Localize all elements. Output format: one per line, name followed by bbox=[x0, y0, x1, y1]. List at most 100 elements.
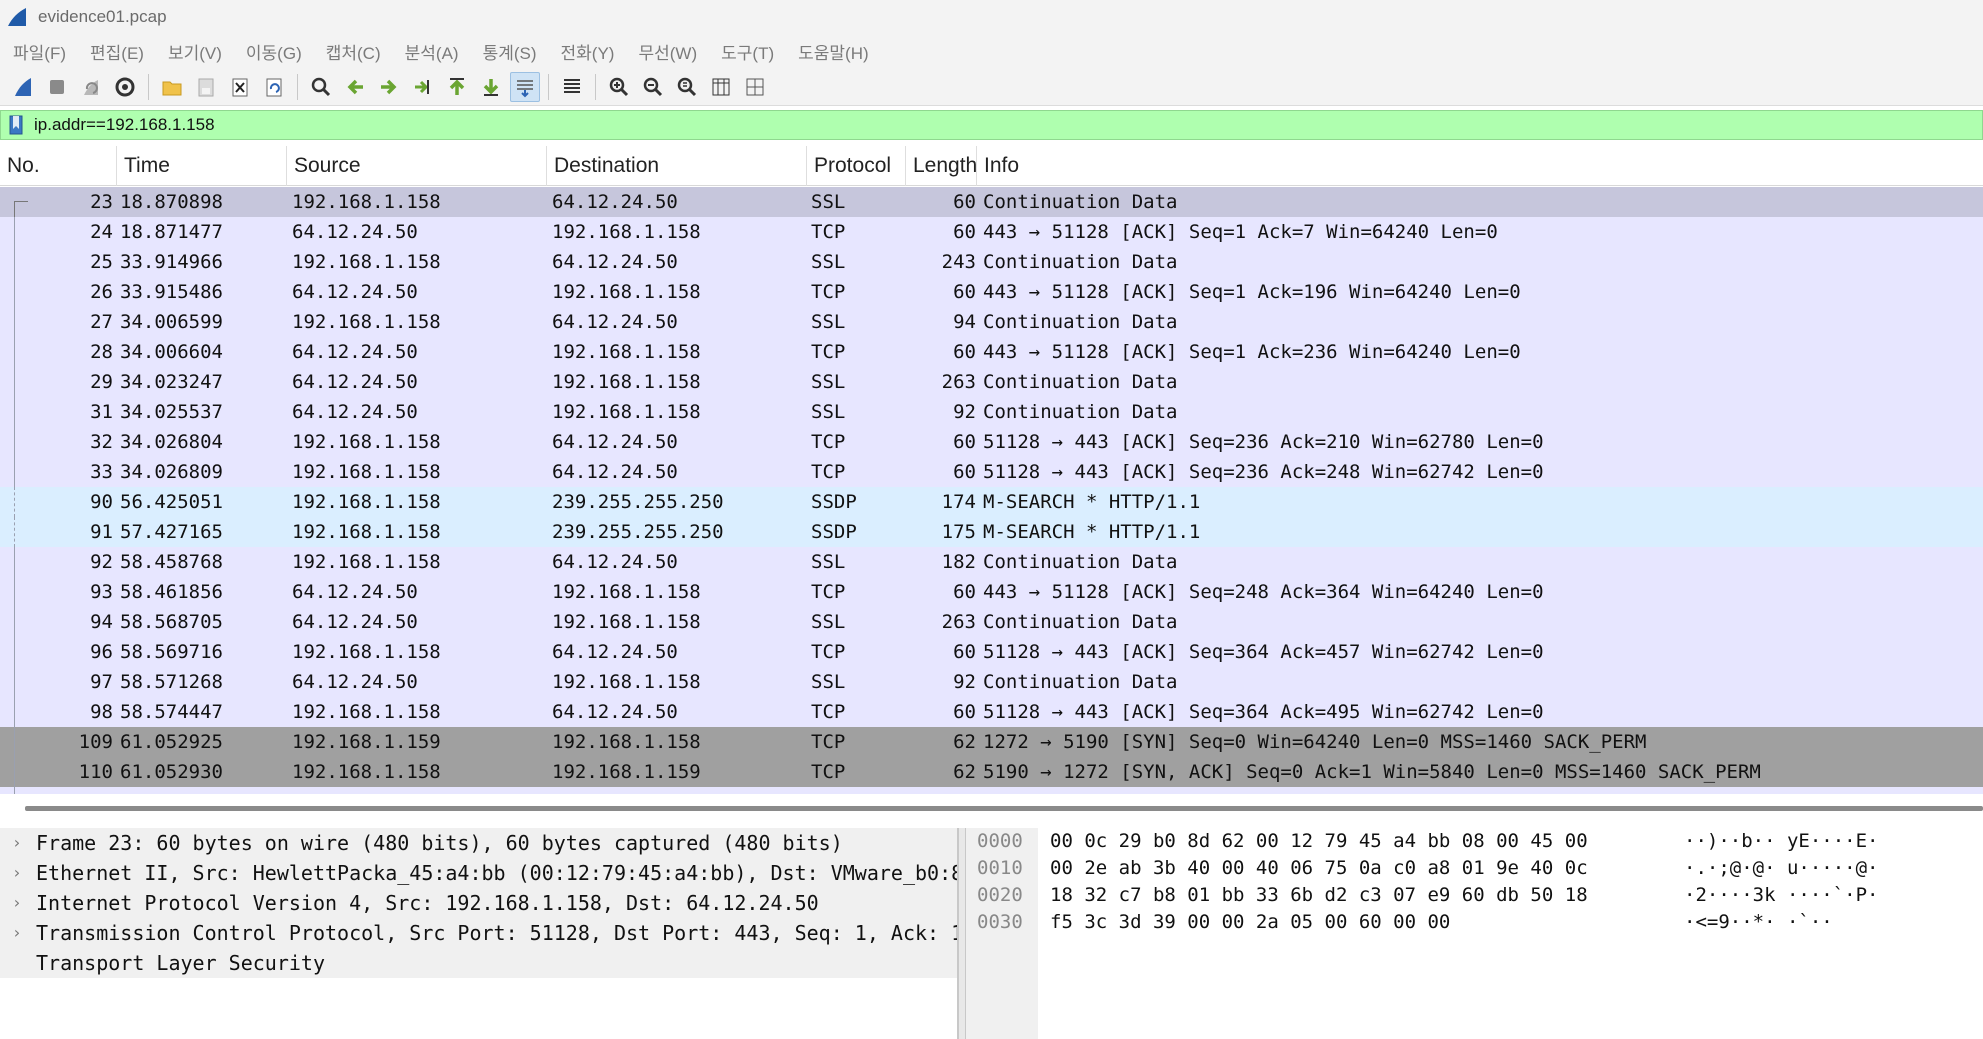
packet-time: 61.054662 bbox=[120, 787, 285, 794]
go-back-icon[interactable] bbox=[340, 72, 370, 102]
packet-row[interactable]: 111 61.054662 192.168.1.159 192.168.1.158 TC… bbox=[0, 787, 1983, 794]
bytes-ascii[interactable]: ·<=9··*· ·`·· bbox=[1684, 909, 1833, 936]
column-header-protocol[interactable]: Protocol bbox=[807, 146, 906, 186]
menu-item[interactable]: 도구(T) bbox=[721, 39, 774, 64]
bytes-row: 0020 18 32 c7 b8 01 bb 33 6b d2 c3 07 e9 … bbox=[966, 882, 1983, 909]
menu-item[interactable]: 이동(G) bbox=[246, 39, 302, 64]
packet-row[interactable]: 94 58.568705 64.12.24.50 192.168.1.158 SSL 26… bbox=[0, 607, 1983, 637]
packet-destination: 192.168.1.158 bbox=[552, 401, 701, 423]
go-forward-icon[interactable] bbox=[374, 72, 404, 102]
packet-info: 443 → 51128 [ACK] Seq=248 Ack=364 Win=64… bbox=[983, 581, 1544, 603]
reload-file-icon[interactable] bbox=[259, 72, 289, 102]
packet-length: 182 bbox=[941, 551, 976, 573]
bytes-hex[interactable]: f5 3c 3d 39 00 00 2a 05 00 60 00 00 bbox=[1050, 909, 1450, 936]
packet-list-horizontal-scrollbar[interactable] bbox=[25, 806, 1983, 811]
menu-item[interactable]: 파일(F) bbox=[13, 39, 66, 64]
detail-tree-item[interactable]: Transport Layer Security bbox=[0, 948, 957, 978]
last-packet-icon[interactable] bbox=[476, 72, 506, 102]
column-header-no[interactable]: No. bbox=[0, 146, 117, 186]
menu-item[interactable]: 분석(A) bbox=[405, 39, 459, 64]
packet-row[interactable]: 109 61.052925 192.168.1.159 192.168.1.158 TC… bbox=[0, 727, 1983, 757]
menu-item[interactable]: 무선(W) bbox=[638, 39, 697, 64]
bytes-hex[interactable]: 18 32 c7 b8 01 bb 33 6b d2 c3 07 e9 60 d… bbox=[1050, 882, 1588, 909]
packet-row[interactable]: 91 57.427165 192.168.1.158 239.255.255.250 S… bbox=[0, 517, 1983, 547]
pane-splitter[interactable] bbox=[958, 828, 966, 1039]
bytes-hex[interactable]: 00 0c 29 b0 8d 62 00 12 79 45 a4 bb 08 0… bbox=[1050, 828, 1588, 855]
bytes-ascii[interactable]: ·2····3k ····`·P· bbox=[1684, 882, 1878, 909]
expand-arrow-icon[interactable]: › bbox=[12, 858, 26, 888]
restart-capture-icon[interactable] bbox=[76, 72, 106, 102]
packet-row[interactable]: 27 34.006599 192.168.1.158 64.12.24.50 SSL 94… bbox=[0, 307, 1983, 337]
packet-row[interactable]: 26 33.915486 64.12.24.50 192.168.1.158 TCP 60… bbox=[0, 277, 1983, 307]
packet-row[interactable]: 25 33.914966 192.168.1.158 64.12.24.50 SSL 24… bbox=[0, 247, 1983, 277]
go-to-packet-icon[interactable] bbox=[408, 72, 438, 102]
column-header-time[interactable]: Time bbox=[117, 146, 287, 186]
packet-row[interactable]: 23 18.870898 192.168.1.158 64.12.24.50 SSL 60… bbox=[0, 187, 1983, 217]
packet-row[interactable]: 24 18.871477 64.12.24.50 192.168.1.158 TCP 60… bbox=[0, 217, 1983, 247]
packet-row[interactable]: 93 58.461856 64.12.24.50 192.168.1.158 TCP 60… bbox=[0, 577, 1983, 607]
packet-row[interactable]: 29 34.023247 64.12.24.50 192.168.1.158 SSL 26… bbox=[0, 367, 1983, 397]
close-file-icon[interactable] bbox=[225, 72, 255, 102]
menu-item[interactable]: 캡처(C) bbox=[326, 39, 381, 64]
column-header-source[interactable]: Source bbox=[287, 146, 547, 186]
packet-row[interactable]: 110 61.052930 192.168.1.158 192.168.1.159 TC… bbox=[0, 757, 1983, 787]
packet-info: Continuation Data bbox=[983, 191, 1178, 213]
expand-arrow-icon[interactable]: › bbox=[12, 918, 26, 948]
column-header-info[interactable]: Info bbox=[977, 146, 1983, 186]
toolbar-separator bbox=[595, 73, 596, 100]
expand-arrow-icon[interactable]: › bbox=[12, 888, 26, 918]
packet-row[interactable]: 90 56.425051 192.168.1.158 239.255.255.250 S… bbox=[0, 487, 1983, 517]
detail-tree-item[interactable]: › Internet Protocol Version 4, Src: 192.1… bbox=[0, 888, 957, 918]
resize-columns-icon[interactable] bbox=[706, 72, 736, 102]
zoom-out-icon[interactable] bbox=[638, 72, 668, 102]
detail-tree-item[interactable]: › Frame 23: 60 bytes on wire (480 bits), … bbox=[0, 828, 957, 858]
packet-list: No. Time Source Destination Protocol Len… bbox=[0, 146, 1983, 794]
column-prefs-icon[interactable] bbox=[740, 72, 770, 102]
menu-item[interactable]: 전화(Y) bbox=[561, 39, 615, 64]
filter-bookmark-icon[interactable] bbox=[6, 113, 26, 137]
main-toolbar bbox=[0, 68, 1983, 106]
column-header-length[interactable]: Length bbox=[906, 146, 977, 186]
packet-length: 60 bbox=[953, 221, 976, 243]
autoscroll-icon[interactable] bbox=[510, 71, 540, 102]
colorize-icon[interactable] bbox=[557, 72, 587, 102]
packet-list-header: No. Time Source Destination Protocol Len… bbox=[0, 146, 1983, 186]
bytes-hex[interactable]: 00 2e ab 3b 40 00 40 06 75 0a c0 a8 01 9… bbox=[1050, 855, 1588, 882]
start-capture-icon[interactable] bbox=[8, 72, 38, 102]
packet-row[interactable]: 96 58.569716 192.168.1.158 64.12.24.50 TCP 60… bbox=[0, 637, 1983, 667]
packet-protocol: TCP bbox=[811, 701, 846, 723]
capture-options-icon[interactable] bbox=[110, 72, 140, 102]
save-file-icon[interactable] bbox=[191, 72, 221, 102]
zoom-normal-icon[interactable] bbox=[672, 72, 702, 102]
packet-source: 64.12.24.50 bbox=[292, 221, 418, 243]
menu-item[interactable]: 통계(S) bbox=[483, 39, 537, 64]
packet-row[interactable]: 92 58.458768 192.168.1.158 64.12.24.50 SSL 18… bbox=[0, 547, 1983, 577]
display-filter-input[interactable] bbox=[34, 115, 1834, 135]
zoom-in-icon[interactable] bbox=[604, 72, 634, 102]
detail-tree-item[interactable]: › Ethernet II, Src: HewlettPacka_45:a4:bb… bbox=[0, 858, 957, 888]
packet-protocol: SSL bbox=[811, 671, 846, 693]
expand-arrow-icon[interactable]: › bbox=[12, 828, 26, 858]
packet-row[interactable]: 98 58.574447 192.168.1.158 64.12.24.50 TCP 60… bbox=[0, 697, 1983, 727]
bytes-ascii[interactable]: ··)··b·· yE····E· bbox=[1684, 828, 1878, 855]
packet-row[interactable]: 28 34.006604 64.12.24.50 192.168.1.158 TCP 60… bbox=[0, 337, 1983, 367]
packet-length: 62 bbox=[953, 731, 976, 753]
packet-row[interactable]: 31 34.025537 64.12.24.50 192.168.1.158 SSL 92… bbox=[0, 397, 1983, 427]
menu-item[interactable]: 편집(E) bbox=[90, 39, 144, 64]
column-header-destination[interactable]: Destination bbox=[547, 146, 807, 186]
open-file-icon[interactable] bbox=[157, 72, 187, 102]
first-packet-icon[interactable] bbox=[442, 72, 472, 102]
packet-no: 27 bbox=[90, 311, 113, 333]
packet-no: 90 bbox=[90, 491, 113, 513]
packet-time: 33.915486 bbox=[120, 281, 223, 303]
find-packet-icon[interactable] bbox=[306, 72, 336, 102]
packet-time: 58.571268 bbox=[120, 671, 223, 693]
detail-tree-item[interactable]: › Transmission Control Protocol, Src Port… bbox=[0, 918, 957, 948]
packet-row[interactable]: 32 34.026804 192.168.1.158 64.12.24.50 TCP 60… bbox=[0, 427, 1983, 457]
bytes-ascii[interactable]: ·.·;@·@· u·····@· bbox=[1684, 855, 1878, 882]
stop-capture-icon[interactable] bbox=[42, 72, 72, 102]
menu-item[interactable]: 보기(V) bbox=[168, 39, 222, 64]
menu-item[interactable]: 도움말(H) bbox=[798, 39, 869, 64]
packet-row[interactable]: 33 34.026809 192.168.1.158 64.12.24.50 TCP 60… bbox=[0, 457, 1983, 487]
packet-row[interactable]: 97 58.571268 64.12.24.50 192.168.1.158 SSL 92… bbox=[0, 667, 1983, 697]
